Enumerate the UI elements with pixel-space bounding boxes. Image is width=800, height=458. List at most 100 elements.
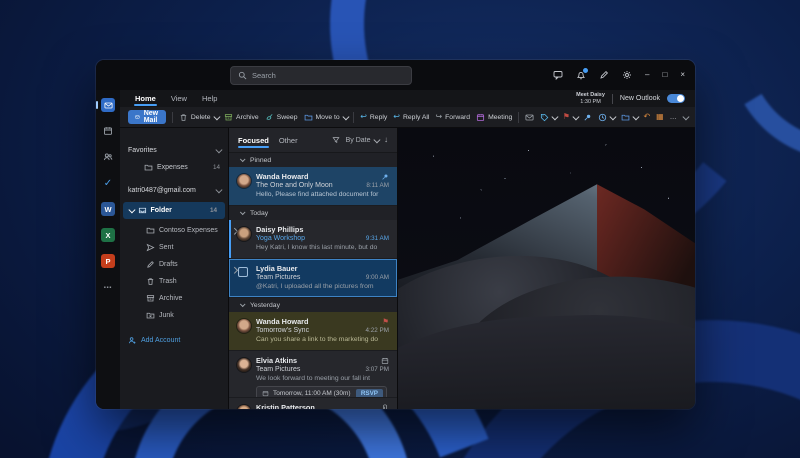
filter-icon[interactable] <box>332 136 340 144</box>
todo-app-icon[interactable]: ✓ <box>101 176 115 190</box>
sort-by-button[interactable]: By Date <box>346 137 378 144</box>
section-today[interactable]: Today <box>229 206 397 220</box>
sweep-button[interactable]: Sweep <box>265 113 298 122</box>
new-outlook-toggle[interactable] <box>667 94 685 103</box>
pin-button[interactable] <box>583 113 592 122</box>
reading-pane-photo[interactable] <box>398 128 695 409</box>
folder-item-inbox[interactable]: Folder 14 <box>123 202 225 219</box>
tab-other[interactable]: Other <box>279 133 298 148</box>
folder-pane: Favorites Expenses 14 katri0487@gmail.co… <box>120 128 228 409</box>
folder-icon <box>144 163 153 172</box>
broom-icon <box>265 113 274 122</box>
word-app-icon[interactable]: W <box>101 202 115 216</box>
close-button[interactable]: × <box>680 71 685 79</box>
apps-grid-button[interactable]: ▦ <box>656 113 664 121</box>
person-add-icon <box>128 336 137 345</box>
archive-icon <box>146 294 155 303</box>
whats-new-pen-icon[interactable] <box>599 70 609 80</box>
email-checkbox[interactable] <box>238 267 248 277</box>
calendar-app-icon[interactable] <box>101 124 115 138</box>
notification-badge <box>582 67 589 74</box>
sort-direction-icon[interactable]: ↓ <box>384 136 388 144</box>
email-row-wanda-pinned[interactable]: Wanda Howard The One and Only Moon 8:11 … <box>229 167 397 206</box>
maximize-button[interactable]: □ <box>662 71 667 79</box>
feedback-icon[interactable] <box>553 70 563 80</box>
flag-icon[interactable]: ⚑ <box>382 318 389 326</box>
favorites-header[interactable]: Favorites <box>120 142 228 159</box>
folder-item-contoso-expenses[interactable]: Contoso Expenses <box>120 222 228 239</box>
meeting-chip[interactable]: Tomorrow, 11:00 AM (30m) RSVP <box>256 386 387 398</box>
chevron-down-icon <box>240 301 246 307</box>
more-apps-icon[interactable]: ⋯ <box>101 280 115 294</box>
email-row-daisy[interactable]: Daisy Phillips Yoga Workshop 9:31 AM Hey… <box>229 220 397 259</box>
folder-item-trash[interactable]: Trash <box>120 273 228 290</box>
expand-chevron-icon[interactable] <box>231 228 237 234</box>
ribbon-tab-row: Home View Help Meet Daisy 1:30 PM New Ou… <box>120 90 695 107</box>
delete-button[interactable]: Delete <box>179 113 218 122</box>
email-row-elvia[interactable]: Elvia Atkins Team Pictures 3:07 PM We lo… <box>229 351 397 398</box>
excel-app-icon[interactable]: X <box>101 228 115 242</box>
minimize-button[interactable]: – <box>645 71 649 79</box>
email-row-kristin[interactable]: Kristin Patterson <box>229 398 397 409</box>
categorize-button[interactable] <box>540 113 557 122</box>
section-yesterday[interactable]: Yesterday <box>229 298 397 312</box>
settings-gear-icon[interactable] <box>622 70 632 80</box>
avatar <box>237 174 251 188</box>
folder-item-sent[interactable]: Sent <box>120 239 228 256</box>
snooze-button[interactable] <box>598 113 615 122</box>
tab-home[interactable]: Home <box>134 92 157 105</box>
folder-item-archive[interactable]: Archive <box>120 290 228 307</box>
read-unread-button[interactable] <box>525 113 534 122</box>
flag-button[interactable]: ⚑ <box>563 113 578 121</box>
add-account-button[interactable]: Add Account <box>120 332 228 349</box>
section-pinned[interactable]: Pinned <box>229 153 397 167</box>
avatar <box>237 319 251 333</box>
trash-icon <box>179 113 188 122</box>
folder-item-junk[interactable]: Junk <box>120 307 228 324</box>
avatar <box>237 227 251 241</box>
forward-button[interactable]: ↪ Forward <box>435 113 470 121</box>
tab-view[interactable]: View <box>170 92 188 105</box>
archive-icon <box>224 113 233 122</box>
reply-button[interactable]: ↩ Reply <box>360 113 387 121</box>
folder-icon <box>146 226 155 235</box>
app-rail: ✓ W X P ⋯ <box>96 90 120 409</box>
ribbon-collapse-chevron[interactable] <box>683 115 688 120</box>
undo-button[interactable]: ↶ <box>643 113 650 121</box>
search-input[interactable] <box>252 71 404 80</box>
archive-button[interactable]: Archive <box>224 113 259 122</box>
rsvp-button[interactable]: RSVP <box>356 389 383 398</box>
tab-focused[interactable]: Focused <box>238 133 269 148</box>
notifications-bell-icon[interactable] <box>576 70 586 80</box>
message-list-header: Focused Other By Date ↓ <box>229 128 397 153</box>
move-to-button[interactable]: Move to <box>304 113 348 122</box>
pinned-icon <box>381 173 389 181</box>
tag-icon <box>540 113 549 122</box>
tab-help[interactable]: Help <box>201 92 218 105</box>
powerpoint-app-icon[interactable]: P <box>101 254 115 268</box>
email-row-lydia[interactable]: Lydia Bauer Team Pictures 9:00 AM @Katri… <box>229 259 397 298</box>
envelope-open-icon <box>525 113 534 122</box>
rules-button[interactable] <box>621 113 638 122</box>
unread-count: 14 <box>213 164 220 171</box>
folder-item-expenses[interactable]: Expenses 14 <box>120 159 228 176</box>
people-app-icon[interactable] <box>101 150 115 164</box>
email-row-wanda-flagged[interactable]: Wanda Howard ⚑ Tomorrow's Sync 4:22 PM C… <box>229 312 397 351</box>
account-header[interactable]: katri0487@gmail.com <box>120 182 228 199</box>
chevron-down-icon <box>240 156 246 162</box>
flag-icon: ⚑ <box>563 113 570 121</box>
envelope-icon <box>135 113 140 121</box>
new-mail-button[interactable]: New Mail <box>128 110 166 124</box>
search-box[interactable] <box>230 66 412 85</box>
more-options-button[interactable]: … <box>670 114 677 121</box>
meet-daisy-reminder[interactable]: Meet Daisy 1:30 PM <box>576 92 605 105</box>
send-icon <box>146 243 155 252</box>
folder-item-drafts[interactable]: Drafts <box>120 256 228 273</box>
expand-chevron-icon[interactable] <box>231 267 237 273</box>
folder-icon <box>304 113 313 122</box>
meeting-button[interactable]: Meeting <box>476 113 512 122</box>
mail-app-icon[interactable] <box>101 98 115 112</box>
outlook-window: – □ × ✓ W X P ⋯ <box>96 60 695 409</box>
desktop-wallpaper: – □ × ✓ W X P ⋯ <box>0 0 800 458</box>
reply-all-button[interactable]: ↩ Reply All <box>393 113 429 121</box>
